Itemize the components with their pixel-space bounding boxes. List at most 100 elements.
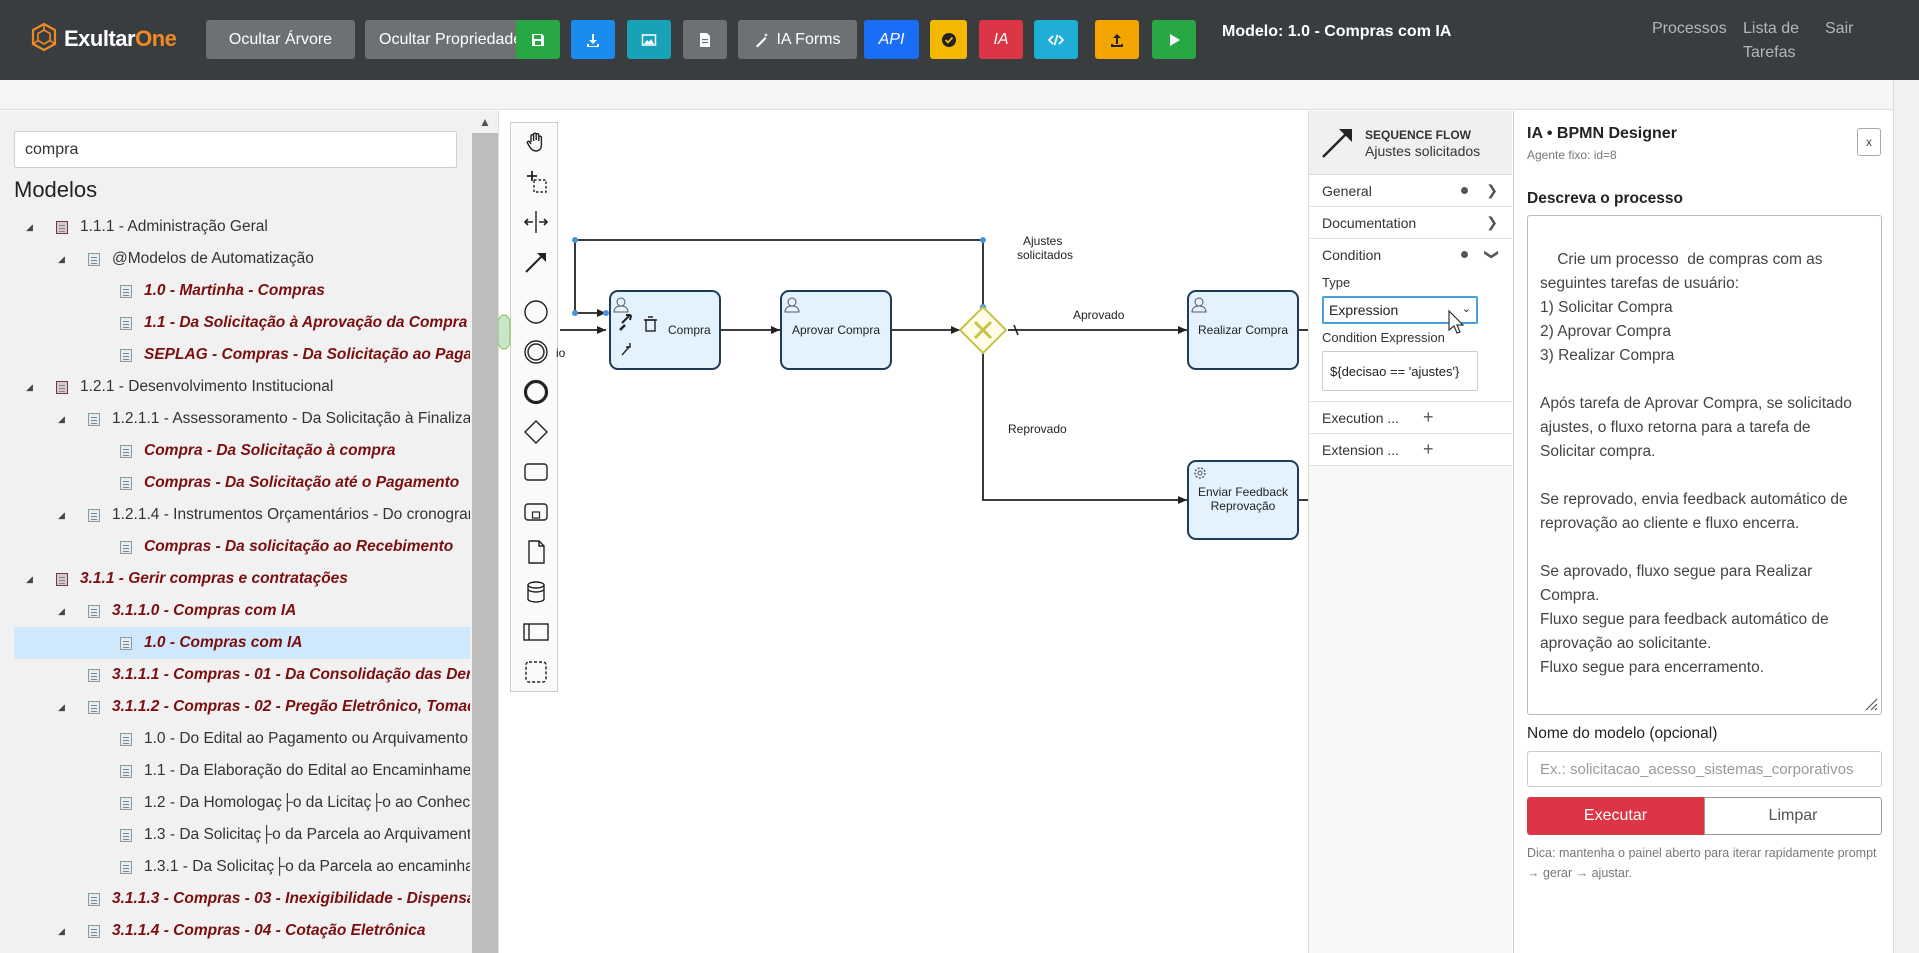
ia-button[interactable]: IA	[979, 20, 1023, 59]
task-compra[interactable]: Compra	[609, 290, 721, 370]
expand-caret-icon[interactable]: ◢	[58, 926, 70, 937]
chevron-down-icon: ❯	[1484, 248, 1501, 261]
exclusive-gateway[interactable]	[958, 305, 1008, 355]
task-aprovar-label: Aprovar Compra	[792, 323, 880, 337]
tree-node[interactable]: ◢ @Modelos de Automatização	[14, 243, 470, 275]
upload-button[interactable]	[1095, 20, 1139, 59]
condition-expression-input[interactable]: ${decisao == 'ajustes'}	[1322, 351, 1478, 391]
magic-wand-icon	[756, 32, 769, 47]
hide-properties-button[interactable]: Ocultar Propriedades	[365, 20, 521, 59]
condition-body: Type Expression ⌄ Condition Expression ${…	[1309, 271, 1512, 402]
validate-button[interactable]	[930, 20, 967, 59]
code-button[interactable]	[1034, 20, 1078, 59]
group-general[interactable]: General ❯	[1309, 175, 1512, 207]
tree-node[interactable]: ◢ 3.1.1.0 - Compras com IA	[14, 595, 470, 627]
tree-node[interactable]: 3.1.1.1 - Compras - 01 - Da Consolidação…	[14, 659, 470, 691]
model-tree-panel: Modelos ◢ 1.1.1 - Administração Geral ◢ @Mo…	[0, 111, 498, 953]
tree-node[interactable]: 1.1 - Da Solicitação à Aprovação da Comp…	[14, 307, 470, 339]
expand-caret-icon[interactable]: ◢	[58, 254, 70, 265]
start-event[interactable]	[498, 314, 511, 350]
tree-node[interactable]: 1.0 - Martinha - Compras	[14, 275, 470, 307]
tree-node[interactable]: 1.3.1 - Da Solicitaç├o da Parcela ao enc…	[14, 851, 470, 883]
expand-caret-icon[interactable]: ◢	[58, 702, 70, 713]
export-image-button[interactable]	[627, 20, 671, 59]
group-documentation[interactable]: Documentation ❯	[1309, 207, 1512, 239]
model-file-icon	[120, 636, 132, 650]
resize-grip-icon[interactable]	[1862, 695, 1878, 711]
nav-lista-tarefas[interactable]: Lista de Tarefas	[1743, 17, 1813, 65]
nav-sair[interactable]: Sair	[1825, 17, 1853, 41]
expand-caret-icon[interactable]: ◢	[26, 382, 38, 393]
plus-icon[interactable]: +	[1423, 407, 1434, 428]
tree-node-label: 1.0 - Do Edital ao Pagamento ou Arquivam…	[144, 730, 468, 747]
process-description-textarea[interactable]: Crie um processo de compras com as segui…	[1527, 215, 1882, 715]
task-feedback-label-1: Enviar Feedback	[1198, 485, 1289, 499]
expand-caret-icon[interactable]: ◢	[58, 510, 70, 521]
model-file-icon	[120, 284, 132, 298]
scroll-up-icon[interactable]: ▲	[472, 111, 498, 133]
tree-node[interactable]: ◢ 3.1.1.2 - Compras - 02 - Pregão Eletrôn…	[14, 691, 470, 723]
model-file-icon	[120, 732, 132, 746]
expand-caret-icon[interactable]: ◢	[58, 414, 70, 425]
group-condition[interactable]: Condition ❯	[1309, 239, 1512, 271]
task-compra-label: Compra	[668, 323, 711, 337]
condition-expression-label: Condition Expression	[1322, 330, 1445, 345]
model-file-icon	[120, 348, 132, 362]
tree-node[interactable]: ◢ 1.1.1 - Administração Geral	[14, 211, 470, 243]
tree-node[interactable]: 1.0 - Do Edital ao Pagamento ou Arquivam…	[14, 723, 470, 755]
play-icon	[1170, 33, 1180, 46]
sequence-flow-icon	[1322, 129, 1352, 158]
tree-node-label: 1.1 - Da Elaboração do Edital ao Encamin…	[144, 762, 470, 779]
page-scrollbar[interactable]	[1893, 80, 1919, 953]
tree-node[interactable]: ◢ 1.2.1.1 - Assessoramento - Da Solicitaç…	[14, 403, 470, 435]
status-dot-icon	[1461, 251, 1468, 258]
ia-forms-button[interactable]: IA Forms	[738, 20, 857, 59]
tree-node[interactable]: Compras - Da Solicitação até o Pagamento	[14, 467, 470, 499]
model-file-icon	[88, 700, 100, 714]
download-button[interactable]	[571, 20, 615, 59]
task-realizar-compra[interactable]: Realizar Compra	[1187, 290, 1299, 370]
tree-node[interactable]: 3.1.1.3 - Compras - 03 - Inexigibilidade…	[14, 883, 470, 915]
bpmn-diagram: io Compra Aprovar Compra Realizar Compra…	[498, 234, 1308, 540]
tree-node[interactable]: SEPLAG - Compras - Da Solicitação ao Pag…	[14, 339, 470, 371]
model-file-icon	[88, 924, 100, 938]
tree-node[interactable]: ◢ 3.1.1 - Gerir compras e contratações	[14, 563, 470, 595]
expand-caret-icon[interactable]: ◢	[26, 574, 38, 585]
task-aprovar-compra[interactable]: Aprovar Compra	[780, 290, 892, 370]
document-button[interactable]	[683, 20, 727, 59]
tree-node[interactable]: 1.0 - Compras com IA	[14, 627, 470, 659]
tree-node[interactable]: ◢ 1.2.1 - Desenvolvimento Institucional	[14, 371, 470, 403]
model-name-input[interactable]: Ex.: solicitacao_acesso_sistemas_corpora…	[1527, 751, 1882, 787]
app-logo[interactable]: ExultarOne	[30, 20, 177, 58]
check-circle-icon	[941, 32, 956, 47]
run-button[interactable]	[1152, 20, 1196, 59]
group-execution[interactable]: Execution ... +	[1309, 402, 1512, 434]
tree-node-label: 1.0 - Compras com IA	[144, 634, 303, 651]
model-file-icon	[56, 380, 68, 394]
tree-node[interactable]: 1.3 - Da Solicitaç├o da Parcela ao Arqui…	[14, 819, 470, 851]
tree-search-input[interactable]	[14, 131, 457, 168]
clear-button[interactable]: Limpar	[1704, 797, 1882, 835]
plus-icon[interactable]: +	[1423, 439, 1434, 460]
tree-node[interactable]: ◢ 3.1.1.4 - Compras - 04 - Cotação Eletrô…	[14, 915, 470, 947]
nav-processos[interactable]: Processos	[1652, 17, 1727, 41]
tree-node[interactable]: 1.2 - Da Homologaç├o da Licitaç├o ao Con…	[14, 787, 470, 819]
execute-button[interactable]: Executar	[1527, 797, 1704, 835]
tree-node-label: 1.3 - Da Solicitaç├o da Parcela ao Arqui…	[144, 826, 470, 843]
status-dot-icon	[1461, 187, 1468, 194]
group-extension[interactable]: Extension ... +	[1309, 434, 1512, 466]
tree-node[interactable]: Compras - Da solicitação ao Recebimento	[14, 531, 470, 563]
tree-scrollbar[interactable]: ▲	[472, 111, 498, 953]
expand-caret-icon[interactable]: ◢	[26, 222, 38, 233]
tree-node[interactable]: 1.1 - Da Elaboração do Edital ao Encamin…	[14, 755, 470, 787]
hide-tree-button[interactable]: Ocultar Árvore	[206, 20, 355, 59]
api-button[interactable]: API	[864, 20, 919, 59]
tree-node[interactable]: Compra - Da Solicitação à compra	[14, 435, 470, 467]
ai-panel-title: IA • BPMN Designer	[1527, 125, 1677, 142]
expand-caret-icon[interactable]: ◢	[58, 606, 70, 617]
close-button[interactable]: x	[1857, 128, 1881, 156]
save-button[interactable]	[516, 20, 560, 59]
task-enviar-feedback[interactable]: Enviar Feedback Reprovação	[1187, 460, 1299, 540]
model-name-label: Nome do modelo (opcional)	[1527, 725, 1718, 742]
tree-node[interactable]: ◢ 1.2.1.4 - Instrumentos Orçamentários - …	[14, 499, 470, 531]
